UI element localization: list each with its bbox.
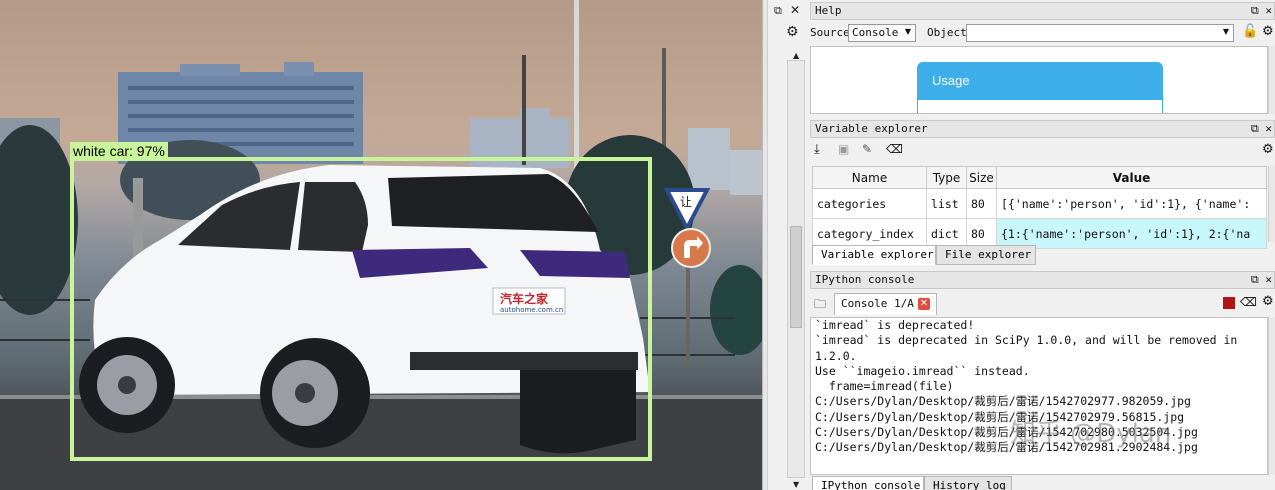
tab-history-log[interactable]: History log — [924, 476, 1012, 490]
table-row[interactable]: categories list 80 [{'name':'person', 'i… — [812, 188, 1267, 219]
lock-icon[interactable]: 🔓 — [1242, 24, 1258, 39]
close-icon[interactable]: ✕ — [790, 4, 800, 16]
source-select-value: Console — [852, 26, 899, 39]
console-line: C:/Users/Dylan/Desktop/裁剪后/雷诺/1542702977… — [815, 394, 1191, 409]
help-undock-icon[interactable]: ⧉ — [1251, 4, 1259, 17]
undock-icon[interactable]: ⧉ — [774, 5, 782, 17]
var-size: 80 — [966, 218, 997, 249]
scroll-down-icon[interactable]: ▼ — [793, 479, 799, 490]
object-label: Object — [927, 26, 967, 39]
turn-right-sign-icon — [671, 228, 711, 268]
gear-icon[interactable]: ⚙ — [786, 25, 799, 39]
screen: 让 汽车之家 autohome.com.cn white car: 97% ⧉ … — [0, 0, 1275, 490]
usage-title: Usage — [932, 73, 970, 88]
help-pane-title: Help ⧉ ✕ — [810, 2, 1275, 20]
save-as-icon[interactable]: ✎ — [862, 142, 872, 156]
usage-card: Usage — [917, 62, 1163, 113]
source-select[interactable]: Console ▼ — [848, 24, 916, 42]
ipython-toolbar: 🗀 Console 1/A ✕ ⌫ ⚙ — [810, 291, 1275, 315]
help-title: Help — [815, 4, 842, 17]
help-scrollbar[interactable] — [1268, 46, 1275, 114]
console-line: `imread` is deprecated in SciPy 1.0.0, a… — [815, 333, 1238, 348]
var-type: dict — [926, 218, 967, 249]
tab-file-explorer[interactable]: File explorer — [936, 245, 1036, 265]
detection-label: white car: 97% — [70, 142, 168, 160]
tab-console-1a[interactable]: Console 1/A ✕ — [834, 293, 937, 315]
ipython-title: IPython console — [815, 273, 915, 286]
help-close-icon[interactable]: ✕ — [1265, 4, 1272, 17]
tab-ipython-console[interactable]: IPython console — [812, 476, 924, 490]
ipython-gear-icon[interactable]: ⚙ — [1262, 294, 1274, 309]
var-type: list — [926, 188, 967, 219]
variable-table-header: Name Type Size Value — [812, 166, 1267, 189]
chevron-down-icon: ▼ — [904, 27, 911, 36]
save-data-icon[interactable]: ▣ — [838, 142, 849, 156]
console-line: `imread` is deprecated! — [815, 318, 975, 332]
variable-table: Name Type Size Value categories list 80 … — [812, 166, 1267, 249]
chevron-down-icon: ▼ — [1222, 27, 1229, 36]
watermark-text: 知乎 @Dylan — [1010, 419, 1172, 449]
variable-explorer-close-icon[interactable]: ✕ — [1265, 122, 1272, 135]
detection-bounding-box — [70, 157, 652, 461]
console-scrollbar[interactable] — [1268, 317, 1275, 475]
help-gear-icon[interactable]: ⚙ — [1262, 24, 1274, 39]
console-tab-label: Console 1/A — [841, 297, 914, 310]
ipython-pane-title: IPython console ⧉ ✕ — [810, 271, 1275, 289]
variable-explorer-toolbar: ⤓ ▣ ✎ ⌫ ⚙ — [810, 140, 1275, 162]
console-output[interactable]: `imread` is deprecated! `imread` is depr… — [810, 317, 1268, 475]
tab-variable-explorer[interactable]: Variable explorer — [812, 245, 936, 265]
console-line: 1.2.0. — [815, 348, 857, 363]
folder-icon[interactable]: 🗀 — [814, 295, 826, 316]
yield-sign-text: 让 — [680, 195, 692, 209]
help-toolbar: Source Console ▼ Object ▼ 🔓 ⚙ — [810, 22, 1275, 44]
ipython-close-icon[interactable]: ✕ — [1265, 273, 1272, 286]
console-line: frame=imread(file) — [815, 379, 954, 394]
column-header-type[interactable]: Type — [926, 166, 967, 189]
var-value: {1:{'name':'person', 'id':1}, 2:{'na — [996, 218, 1267, 249]
var-name: category_index — [812, 218, 927, 249]
object-combobox[interactable]: ▼ — [966, 24, 1234, 42]
variable-explorer-title: Variable explorer — [815, 122, 928, 135]
source-label: Source — [810, 26, 850, 39]
ipython-undock-icon[interactable]: ⧉ — [1251, 273, 1259, 286]
column-header-name[interactable]: Name — [812, 166, 927, 189]
detection-image: 让 汽车之家 autohome.com.cn white car: 97% — [0, 0, 762, 490]
eraser-icon[interactable]: ⌫ — [886, 142, 903, 156]
variable-explorer-undock-icon[interactable]: ⧉ — [1251, 122, 1259, 135]
import-data-icon[interactable]: ⤓ — [814, 142, 820, 157]
var-name: categories — [812, 188, 927, 219]
variable-table-scrollbar[interactable] — [1268, 166, 1275, 242]
scrollbar-thumb[interactable] — [790, 226, 802, 328]
stop-icon[interactable] — [1223, 297, 1235, 309]
variable-explorer-gear-icon[interactable]: ⚙ — [1262, 142, 1274, 157]
table-row[interactable]: category_index dict 80 {1:{'name':'perso… — [812, 218, 1267, 249]
column-header-value[interactable]: Value — [996, 166, 1267, 189]
var-value: [{'name':'person', 'id':1}, {'name': — [996, 188, 1267, 219]
column-header-size[interactable]: Size — [966, 166, 997, 189]
help-rich-text-view: Usage — [810, 46, 1268, 114]
image-vertical-scrollbar[interactable] — [787, 60, 805, 478]
close-tab-icon[interactable]: ✕ — [917, 298, 930, 310]
console-line: Use ``imageio.imread`` instead. — [815, 363, 1030, 378]
clear-console-icon[interactable]: ⌫ — [1240, 295, 1257, 309]
var-size: 80 — [966, 188, 997, 219]
variable-explorer-pane-title: Variable explorer ⧉ ✕ — [810, 120, 1275, 138]
